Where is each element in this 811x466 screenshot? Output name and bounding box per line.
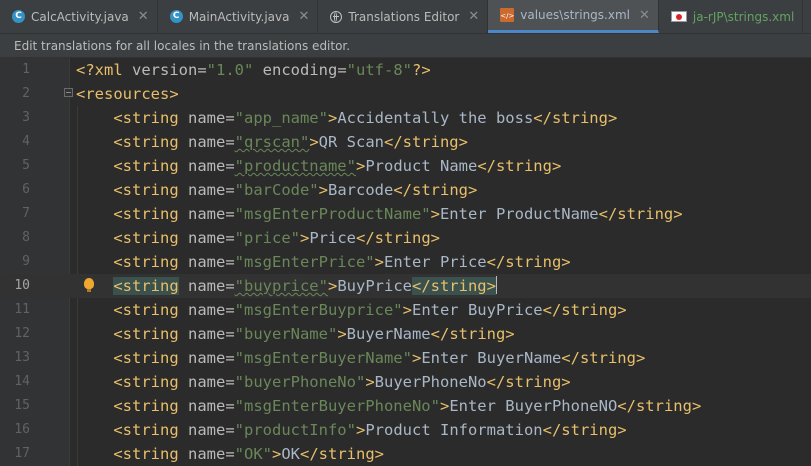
close-icon[interactable]: ✕ [298,9,309,24]
string-resource-entry: <string name="barCode">Barcode</string> [113,181,478,199]
line-number: 16 [14,422,30,437]
code-line[interactable]: 3 <string name="app_name">Accidentally t… [0,106,811,130]
line-number: 2 [22,86,30,101]
line-number: 13 [14,350,30,365]
line-number: 10 [14,278,30,293]
close-icon[interactable]: ✕ [138,9,149,24]
line-number: 9 [22,254,30,269]
string-resource-entry: <string name="qrscan">QR Scan</string> [113,133,468,151]
xml-prolog: <?xml version="1.0" encoding="utf-8"?> [76,61,431,79]
tab-ja-strings-xml[interactable]: ja-rJP\strings.xml [659,0,804,33]
line-number: 11 [14,302,30,317]
tab-values-strings-xml[interactable]: </> values\strings.xml ✕ [488,0,659,33]
string-resource-entry: <string name="msgEnterProductName">Enter… [113,205,683,223]
line-number: 6 [22,182,30,197]
string-resource-entry: <string name="msgEnterPrice">Enter Price… [113,253,571,271]
tab-translations-editor[interactable]: Translations Editor ✕ [318,0,489,33]
code-line[interactable]: 10 <string name="buyprice">BuyPrice</str… [0,274,811,298]
tab-label: Translations Editor [348,9,460,24]
code-line[interactable]: 6 <string name="barCode">Barcode</string… [0,178,811,202]
code-line[interactable]: 9 <string name="msgEnterPrice">Enter Pri… [0,250,811,274]
string-resource-entry: <string name="app_name">Accidentally the… [113,109,618,127]
xml-file-icon: </> [500,8,514,22]
line-number: 12 [14,326,30,341]
string-resource-entry: <string name="price">Price</string> [113,229,440,247]
line-number: 1 [22,62,30,77]
code-line[interactable]: 11 <string name="msgEnterBuyprice">Enter… [0,298,811,322]
japan-flag-icon [670,11,687,22]
code-line[interactable]: 14 <string name="buyerPhoneNo">BuyerPhon… [0,370,811,394]
code-line[interactable]: 4 <string name="qrscan">QR Scan</string> [0,130,811,154]
code-line[interactable]: 5 <string name="productname">Product Nam… [0,154,811,178]
tab-calc-activity[interactable]: C CalcActivity.java ✕ [0,0,158,33]
tab-label: ja-rJP\strings.xml [692,9,795,24]
editor-tab-bar: C CalcActivity.java ✕ C MainActivity.jav… [0,0,811,34]
string-resource-entry: <string name="productname">Product Name<… [113,157,562,175]
c-class-icon: C [169,10,183,23]
tab-label: MainActivity.java [188,9,290,24]
string-resource-entry: <string name="buyprice">BuyPrice</string… [113,276,497,295]
string-resource-entry: <string name="msgEnterBuyprice">Enter Bu… [113,301,627,319]
code-line[interactable]: 15 <string name="msgEnterBuyerPhoneNo">E… [0,394,811,418]
code-line[interactable]: 2 <resources> [0,82,811,106]
line-number: 3 [22,110,30,125]
string-resource-entry: <string name="buyerName">BuyerName</stri… [113,325,515,343]
code-line[interactable]: 1 <?xml version="1.0" encoding="utf-8"?> [0,58,811,82]
close-icon[interactable]: ✕ [468,9,479,24]
line-number: 7 [22,206,30,221]
code-line[interactable]: 7 <string name="msgEnterProductName">Ent… [0,202,811,226]
line-number: 15 [14,398,30,413]
code-line[interactable]: 16 <string name="productInfo">Product In… [0,418,811,442]
line-number: 14 [14,374,30,389]
code-line[interactable]: 17 <string name="OK">OK</string> [0,442,811,466]
line-number: 8 [22,230,30,245]
tab-label: values\strings.xml [520,8,630,22]
string-resource-entry: <string name="productInfo">Product Infor… [113,421,627,439]
globe-icon [330,10,343,23]
tab-label: CalcActivity.java [31,9,129,24]
translations-editor-notice[interactable]: Edit translations for all locales in the… [0,34,811,58]
tab-main-activity[interactable]: C MainActivity.java ✕ [158,0,319,33]
close-icon[interactable]: ✕ [639,8,650,23]
line-number: 17 [14,446,30,461]
string-resource-entry: <string name="OK">OK</string> [113,445,384,463]
c-class-icon: C [12,10,25,23]
string-resource-entry: <string name="buyerPhoneNo">BuyerPhoneNo… [113,373,571,391]
string-resource-entry: <string name="msgEnterBuyerPhoneNo">Ente… [113,397,702,415]
fold-toggle-icon[interactable] [64,88,73,97]
line-number: 5 [22,158,30,173]
resources-open-tag: <resources> [76,85,179,103]
text-caret [495,276,497,294]
code-line[interactable]: 13 <string name="msgEnterBuyerName">Ente… [0,346,811,370]
code-line[interactable]: 12 <string name="buyerName">BuyerName</s… [0,322,811,346]
code-line[interactable]: 8 <string name="price">Price</string> [0,226,811,250]
string-resource-entry: <string name="msgEnterBuyerName">Enter B… [113,349,646,367]
line-number: 4 [22,134,30,149]
code-editor[interactable]: 1 <?xml version="1.0" encoding="utf-8"?>… [0,58,811,466]
